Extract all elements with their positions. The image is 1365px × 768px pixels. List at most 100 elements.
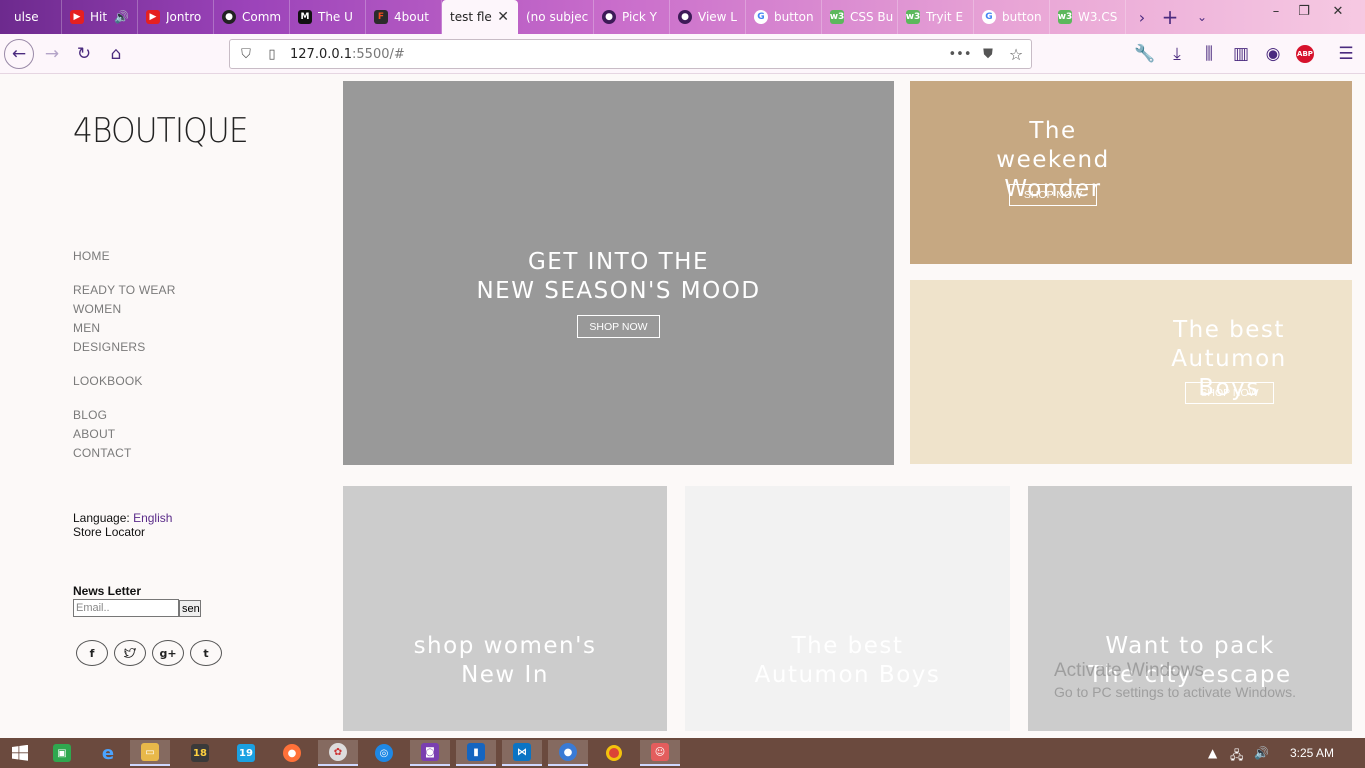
app-icon[interactable]: ◙	[410, 740, 450, 766]
menu-item-designers[interactable]: DESIGNERS	[73, 340, 145, 354]
shop-now-button[interactable]: SHOP NOW	[577, 315, 660, 338]
medium-icon: M	[298, 10, 312, 24]
page-actions-icon[interactable]: •••	[949, 44, 972, 64]
volume-icon[interactable]: 🔊	[1254, 746, 1269, 760]
tile-title-line: NEW SEASON'S MOOD	[476, 278, 761, 304]
figma-icon: F	[374, 10, 388, 24]
vscode-icon[interactable]: ⋈	[502, 740, 542, 766]
menu-item-ready-to-wear[interactable]: READY TO WEAR	[73, 283, 176, 297]
w3schools-icon: w3	[1057, 10, 1073, 24]
sidebar-icon[interactable]: ▥	[1227, 40, 1255, 68]
tile-autumn-boys-top[interactable]: The best Autumon Boys SHOP NOW	[910, 280, 1352, 464]
scroll-tabs-right-icon[interactable]: ›	[1128, 0, 1156, 34]
store-locator-link[interactable]: Store Locator	[73, 525, 145, 539]
library-icon[interactable]: ⫼	[1195, 40, 1223, 68]
network-icon[interactable]: 🖧	[1230, 746, 1243, 767]
app-icon[interactable]: ▮	[456, 740, 496, 766]
start-windows-icon[interactable]	[0, 740, 40, 766]
browser-tab[interactable]: ▶ Jontro	[138, 0, 214, 34]
browser-tab[interactable]: ▶ Hit 🔊	[62, 0, 138, 34]
twitter-icon[interactable]	[114, 640, 146, 666]
shield-icon[interactable]: ⛉	[236, 44, 256, 64]
browser-tab[interactable]: ● View L	[670, 0, 746, 34]
app-icon[interactable]: ◎	[364, 740, 404, 766]
tile-title-line: Want to pack	[1105, 633, 1275, 659]
reload-icon[interactable]: ↻	[70, 40, 98, 68]
new-tab-icon[interactable]: +	[1156, 0, 1184, 34]
menu-item-about[interactable]: ABOUT	[73, 427, 115, 441]
browser-tab[interactable]: ulse	[0, 0, 62, 34]
browser-tab[interactable]: w3 Tryit E	[898, 0, 974, 34]
app-icon: ●	[602, 10, 616, 24]
app-icon[interactable]: ☺	[640, 740, 680, 766]
account-icon[interactable]: ◉	[1259, 40, 1287, 68]
download-icon[interactable]: ⤓	[1163, 40, 1191, 68]
speaker-icon[interactable]: 🔊	[114, 10, 129, 24]
browser-tab[interactable]: (no subjec	[518, 0, 594, 34]
site-logo[interactable]: 4BOUTIQUE	[73, 114, 249, 148]
pocket-icon[interactable]: ⛊	[978, 44, 998, 64]
file-explorer-icon[interactable]: ▭	[130, 740, 170, 766]
app-icon[interactable]: ✿	[318, 740, 358, 766]
shop-now-button[interactable]: SHOP NOW	[1185, 382, 1274, 404]
browser-tab[interactable]: M The U	[290, 0, 366, 34]
w3schools-icon: w3	[829, 10, 845, 24]
browser-tab[interactable]: G button	[746, 0, 822, 34]
home-icon[interactable]: ⌂	[102, 40, 130, 68]
tile-autumn-boys-bottom[interactable]: The best Autumon Boys	[685, 486, 1010, 731]
tab-list-chevron-icon[interactable]: ⌄	[1188, 0, 1216, 34]
browser-tab[interactable]: w3 CSS Bu	[822, 0, 898, 34]
forward-icon[interactable]: →	[38, 40, 66, 68]
tile-title-line: GET INTO THE	[527, 249, 710, 275]
store-icon[interactable]: ▣	[42, 740, 82, 766]
firefox-icon[interactable]: ●	[272, 740, 312, 766]
facebook-icon[interactable]: f	[76, 640, 108, 666]
menu-item-men[interactable]: MEN	[73, 321, 100, 335]
youtube-icon: ▶	[146, 10, 160, 24]
github-icon: ●	[222, 10, 236, 24]
internet-explorer-icon[interactable]: e	[88, 740, 128, 766]
browser-tab[interactable]: w3 W3.CS	[1050, 0, 1126, 34]
google-plus-icon[interactable]: g+	[152, 640, 184, 666]
minimize-icon[interactable]: –	[1262, 0, 1290, 22]
adblock-icon[interactable]: ABP	[1291, 40, 1319, 68]
back-icon[interactable]: ←	[4, 39, 34, 69]
menu-item-women[interactable]: WOMEN	[73, 302, 121, 316]
tab-title: Comm	[242, 10, 282, 24]
tab-strip: ulse ▶ Hit 🔊 ▶ Jontro ● Comm M The U F 4…	[0, 0, 1365, 34]
tumblr-icon[interactable]: t	[190, 640, 222, 666]
url-text[interactable]: 127.0.0.1:5500/#	[290, 47, 405, 62]
bookmark-star-icon[interactable]: ☆	[1006, 44, 1026, 64]
wrench-icon[interactable]: 🔧	[1131, 40, 1159, 68]
chrome-icon[interactable]	[594, 740, 634, 766]
browser-tab-active[interactable]: test fle ✕	[442, 0, 518, 34]
tile-women-new-in[interactable]: shop women's New In	[343, 486, 667, 731]
browser-tab[interactable]: ● Pick Y	[594, 0, 670, 34]
browser-tab[interactable]: F 4bout	[366, 0, 442, 34]
page-info-icon[interactable]: ▯	[262, 44, 282, 64]
tile-weekend-wonder[interactable]: The weekend Wonder SHOP NOW	[910, 81, 1352, 264]
language-value-link[interactable]: English	[133, 511, 172, 525]
app-19-icon[interactable]: 19	[226, 740, 266, 766]
menu-item-lookbook[interactable]: LOOKBOOK	[73, 374, 143, 388]
newsletter-email-input[interactable]	[73, 599, 179, 617]
close-window-icon[interactable]: ✕	[1324, 0, 1352, 22]
tile-title-line: shop women's	[413, 633, 597, 659]
tray-overflow-icon[interactable]: ▲	[1208, 746, 1217, 760]
shop-now-button[interactable]: SHOP NOW	[1009, 184, 1097, 206]
taskbar-clock[interactable]: 3:25 AM	[1290, 746, 1334, 760]
close-tab-icon[interactable]: ✕	[497, 9, 509, 25]
browser-tab[interactable]: ● Comm	[214, 0, 290, 34]
restore-icon[interactable]: ❐	[1290, 0, 1318, 22]
tile-title-line: The best	[1173, 317, 1285, 343]
menu-item-home[interactable]: HOME	[73, 249, 110, 263]
menu-item-contact[interactable]: CONTACT	[73, 446, 132, 460]
firefox-developer-icon[interactable]: ●	[548, 740, 588, 766]
url-bar[interactable]: ⛉ ▯ 127.0.0.1:5500/# ••• ⛊ ☆	[229, 39, 1032, 69]
tile-new-season[interactable]: GET INTO THE NEW SEASON'S MOOD SHOP NOW	[343, 81, 894, 465]
newsletter-send-button[interactable]: sen	[179, 600, 201, 617]
browser-tab[interactable]: G button	[974, 0, 1050, 34]
hamburger-menu-icon[interactable]: ☰	[1332, 40, 1360, 68]
app-18-icon[interactable]: 18	[180, 740, 220, 766]
menu-item-blog[interactable]: BLOG	[73, 408, 107, 422]
